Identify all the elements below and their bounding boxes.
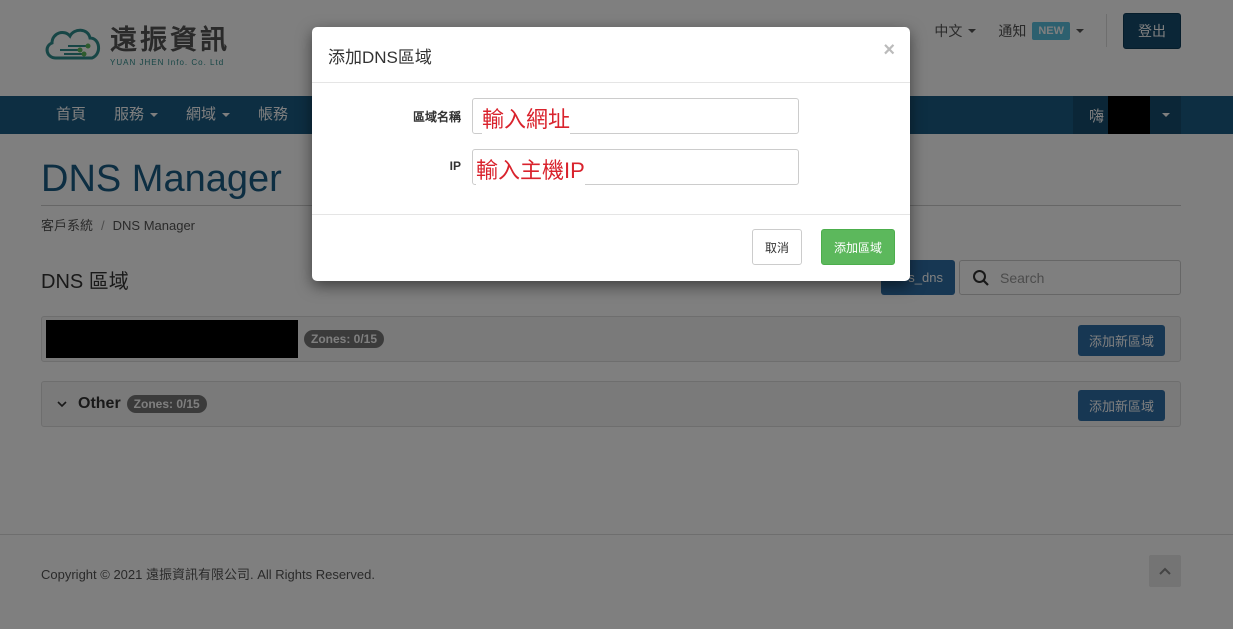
ip-annotation: 輸入主機IP — [476, 153, 585, 185]
add-zone-button[interactable]: 添加區域 — [821, 229, 895, 265]
cancel-button[interactable]: 取消 — [752, 229, 802, 265]
modal-body: 區域名稱 輸入網址 IP 輸入主機IP — [312, 83, 910, 215]
modal-header: 添加DNS區域 × — [312, 27, 910, 83]
ip-label: IP — [449, 159, 461, 173]
add-dns-zone-modal: 添加DNS區域 × 區域名稱 輸入網址 IP 輸入主機IP 取消 添加區域 — [312, 27, 910, 281]
zone-name-label: 區域名稱 — [412, 110, 461, 124]
modal-title: 添加DNS區域 — [328, 48, 432, 67]
modal-footer: 取消 添加區域 — [312, 215, 910, 281]
zone-name-annotation: 輸入網址 — [482, 102, 571, 134]
close-icon[interactable]: × — [883, 39, 895, 62]
